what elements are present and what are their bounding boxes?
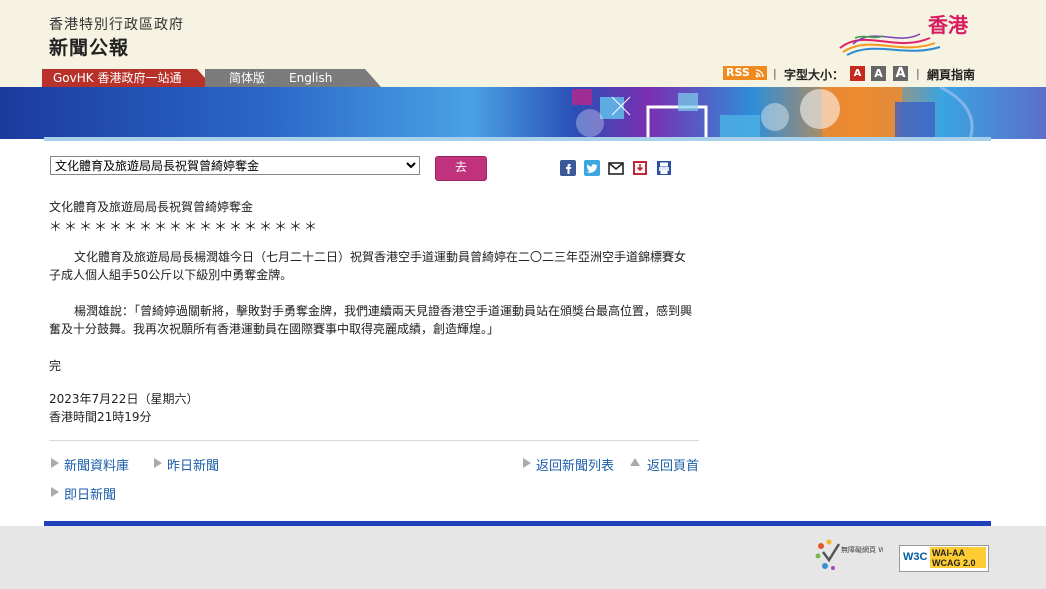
article-time: 香港時間21時19分	[49, 410, 152, 424]
today-news-link[interactable]: 即日新聞	[64, 484, 116, 503]
go-button[interactable]: 去	[435, 156, 487, 181]
lang-tab-corner-decoration	[363, 69, 381, 87]
decorative-banner	[0, 87, 1046, 139]
rss-label: RSS	[726, 66, 750, 79]
brand-text: 香港	[928, 13, 968, 37]
font-size-medium-button[interactable]: A	[871, 66, 886, 81]
rss-button[interactable]: RSS	[723, 66, 767, 80]
content-divider	[49, 440, 699, 441]
arrow-right-icon	[51, 487, 59, 497]
page-header: 香港特別行政區政府 新聞公報 香港 GovHK 香港政府一站通 简体版 Engl…	[0, 0, 1046, 87]
facebook-icon[interactable]	[560, 160, 576, 176]
separator: |	[773, 67, 777, 80]
rss-icon	[755, 69, 764, 78]
wcag-badge[interactable]: W3C WAI-AA WCAG 2.0	[899, 545, 989, 572]
wcag-label: WAI-AA WCAG 2.0	[930, 547, 986, 568]
twitter-icon[interactable]	[584, 160, 600, 176]
lang-simplified-link[interactable]: 简体版	[229, 69, 265, 87]
font-size-large-button[interactable]: A	[893, 66, 908, 81]
govhk-link[interactable]: GovHK 香港政府一站通	[42, 69, 197, 87]
article-title: 文化體育及旅遊局局長祝賀曾綺婷奪金	[49, 200, 254, 214]
print-icon[interactable]	[656, 160, 672, 176]
arrow-right-icon	[154, 458, 162, 468]
article-paragraph: 文化體育及旅遊局局長楊潤雄今日（七月二十二日）祝賀香港空手道運動員曾綺婷在二〇二…	[49, 250, 687, 282]
article-paragraph: 楊潤雄說：「曾綺婷過關斬將，擊敗對手勇奪金牌，我們連續兩天見證香港空手道運動員站…	[49, 304, 693, 336]
font-size-label: 字型大小：	[784, 68, 845, 82]
w3c-label: W3C	[903, 551, 928, 563]
back-to-list-link[interactable]: 返回新聞列表	[536, 455, 614, 474]
lang-english-link[interactable]: English	[289, 69, 332, 87]
language-tabs: 简体版 English	[205, 69, 365, 87]
press-release-select[interactable]: 文化體育及旅遊局局長祝賀曾綺婷奪金	[50, 156, 420, 175]
web-for-all-badge[interactable]: 無障礙網頁 Web For All	[813, 538, 883, 572]
arrow-right-icon	[523, 458, 531, 468]
arrow-up-icon	[630, 458, 640, 466]
download-icon[interactable]	[632, 160, 648, 176]
arrow-right-icon	[51, 458, 59, 468]
yesterday-news-link[interactable]: 昨日新聞	[167, 455, 219, 474]
wfa-label: 無障礙網頁 Web For All	[841, 545, 883, 554]
back-to-top-link[interactable]: 返回頁首	[647, 455, 699, 474]
article-end-marker: 完	[49, 359, 62, 373]
sitemap-link[interactable]: 網頁指南	[927, 66, 975, 83]
email-icon[interactable]	[608, 160, 624, 176]
banner-underline	[44, 137, 991, 141]
banner-graphic	[572, 87, 974, 139]
page-footer	[0, 526, 1046, 589]
department-name: 香港特別行政區政府	[49, 17, 184, 33]
site-title[interactable]: 新聞公報	[49, 33, 129, 60]
separator: |	[916, 67, 920, 80]
article-title-underline-stars: ＊＊＊＊＊＊＊＊＊＊＊＊＊＊＊＊＊＊	[49, 220, 320, 235]
article-date: 2023年7月22日（星期六）	[49, 392, 199, 406]
archive-link[interactable]: 新聞資料庫	[64, 455, 129, 474]
font-size-small-button[interactable]: A	[850, 66, 865, 81]
